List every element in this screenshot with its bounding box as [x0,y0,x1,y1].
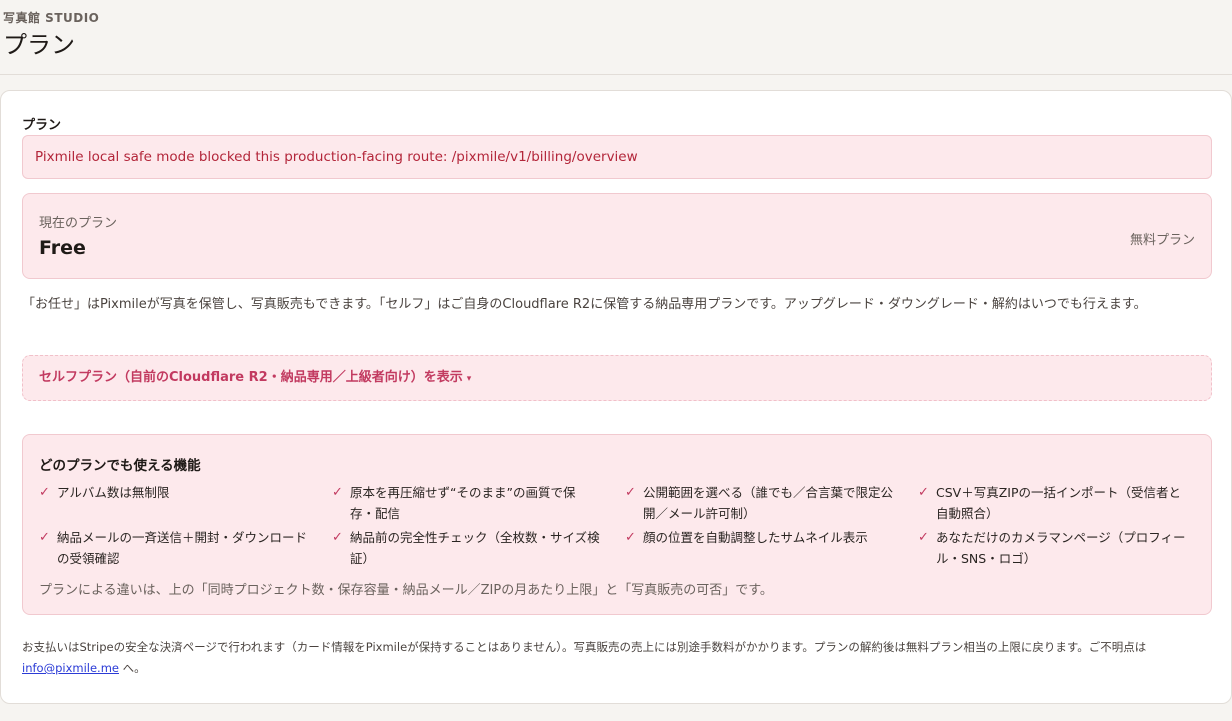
chevron-down-icon: ▾ [466,374,472,384]
current-plan-name: Free [39,237,86,259]
billing-footer-note: お支払いはStripeの安全な決済ページで行われます（カード情報をPixmile… [22,637,1202,679]
plan-card: プラン Pixmile local safe mode blocked this… [0,90,1232,704]
feature-text: 公開範囲を選べる（誰でも／合言葉で限定公開／メール許可制） [643,485,894,521]
check-icon: ✓ [39,530,50,545]
plan-type-badge: 無料プラン [1129,233,1195,248]
current-plan-box: 現在のプラン Free 無料プラン [22,193,1212,279]
error-banner: Pixmile local safe mode blocked this pro… [22,135,1212,179]
page-header: 写真館 STUDIO プラン [0,0,1232,75]
footer-suffix: へ。 [118,661,146,675]
support-email-link[interactable]: info@pixmile.me [22,661,119,675]
features-note: プランによる違いは、上の「同時プロジェクト数・保存容量・納品メール／ZIPの月あ… [39,583,773,598]
section-label: プラン [22,118,62,133]
feature-item: ✓ CSV＋写真ZIPの一括インポート（受信者と自動照合） [918,482,1186,524]
feature-text: CSV＋写真ZIPの一括インポート（受信者と自動照合） [936,485,1182,521]
check-icon: ✓ [332,530,343,545]
check-icon: ✓ [39,485,50,500]
feature-item: ✓ 納品前の完全性チェック（全枚数・サイズ検証） [332,527,600,569]
check-icon: ✓ [625,485,636,500]
footer-text: お支払いはStripeの安全な決済ページで行われます（カード情報をPixmile… [22,640,1147,654]
check-icon: ✓ [332,485,343,500]
page-title: プラン [3,31,75,59]
feature-item: ✓ 納品メールの一斉送信＋開封・ダウンロードの受領確認 [39,527,307,569]
feature-item: ✓ アルバム数は無制限 [39,482,307,503]
feature-item: ✓ あなただけのカメラマンページ（プロフィール・SNS・ロゴ） [918,527,1186,569]
studio-brand: 写真館 STUDIO [3,11,100,25]
features-title: どのプランでも使える機能 [39,458,201,474]
feature-text: 納品メールの一斉送信＋開封・ダウンロードの受領確認 [57,530,308,566]
feature-item: ✓ 顔の位置を自動調整したサムネイル表示 [625,527,893,548]
current-plan-caption: 現在のプラン [39,216,118,231]
feature-item: ✓ 原本を再圧縮せず“そのまま”の画質で保存・配信 [332,482,600,524]
feature-text: あなただけのカメラマンページ（プロフィール・SNS・ロゴ） [936,530,1186,566]
check-icon: ✓ [918,530,929,545]
check-icon: ✓ [918,485,929,500]
self-plan-toggle[interactable]: セルフプラン（自前のCloudflare R2・納品専用／上級者向け）を表示 ▾ [22,355,1212,401]
check-icon: ✓ [625,530,636,545]
feature-text: 納品前の完全性チェック（全枚数・サイズ検証） [350,530,600,566]
features-panel: どのプランでも使える機能 ✓ アルバム数は無制限 ✓ 原本を再圧縮せず“そのまま… [22,434,1212,615]
plan-description: 「お任せ」はPixmileが写真を保管し、写真販売もできます。「セルフ」はご自身… [22,297,1147,312]
self-plan-toggle-label: セルフプラン（自前のCloudflare R2・納品専用／上級者向け）を表示 [39,370,463,385]
feature-text: 原本を再圧縮せず“そのまま”の画質で保存・配信 [350,485,576,521]
feature-text: アルバム数は無制限 [57,485,170,500]
feature-item: ✓ 公開範囲を選べる（誰でも／合言葉で限定公開／メール許可制） [625,482,893,524]
feature-text: 顔の位置を自動調整したサムネイル表示 [643,530,868,545]
